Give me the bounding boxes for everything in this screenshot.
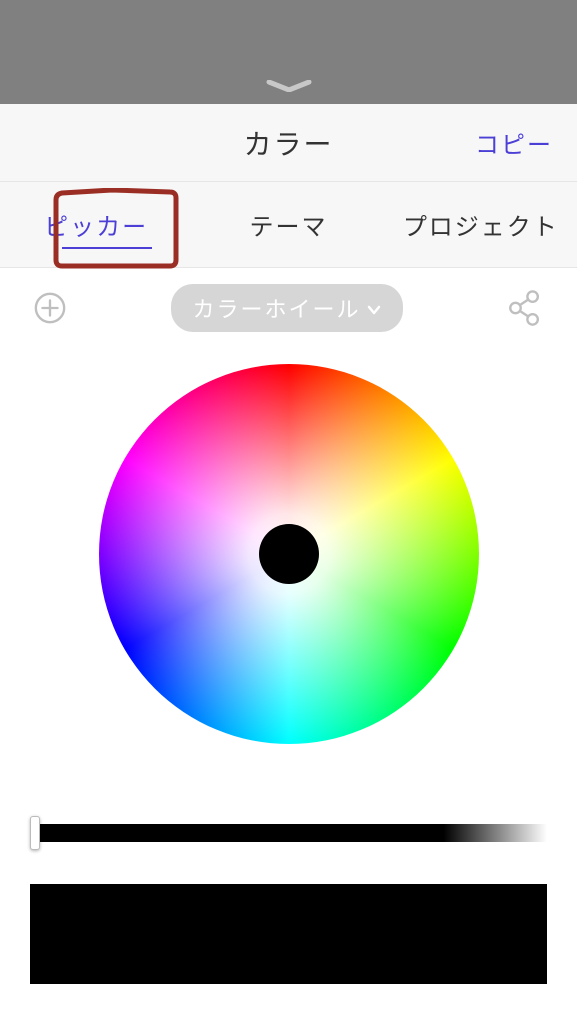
drag-handle-icon[interactable] [265,80,313,88]
copy-button[interactable]: コピー [475,125,553,160]
color-wheel-area [0,332,577,744]
page-title: カラー [243,123,333,163]
brightness-thumb[interactable] [30,816,40,850]
tab-theme[interactable]: テーマ [192,207,384,242]
color-mode-selector[interactable]: カラーホイール [171,284,403,332]
tab-project[interactable]: プロジェクト [385,207,577,242]
color-mode-label: カラーホイール [193,292,361,324]
selected-color-preview [30,884,547,984]
color-wheel-selector[interactable] [259,524,319,584]
tabs-bar: ピッカー テーマ プロジェクト [0,182,577,268]
top-dim-area [0,0,577,104]
brightness-track [30,824,547,842]
tab-active-indicator [62,247,152,249]
add-color-button[interactable] [32,290,68,326]
header-bar: カラー コピー [0,104,577,182]
brightness-slider[interactable] [30,816,547,850]
chevron-down-icon [367,295,381,321]
color-wheel[interactable] [99,364,479,744]
picker-toolbar: カラーホイール [0,268,577,332]
palette-share-button[interactable] [505,288,545,328]
tab-picker[interactable]: ピッカー [0,207,192,242]
